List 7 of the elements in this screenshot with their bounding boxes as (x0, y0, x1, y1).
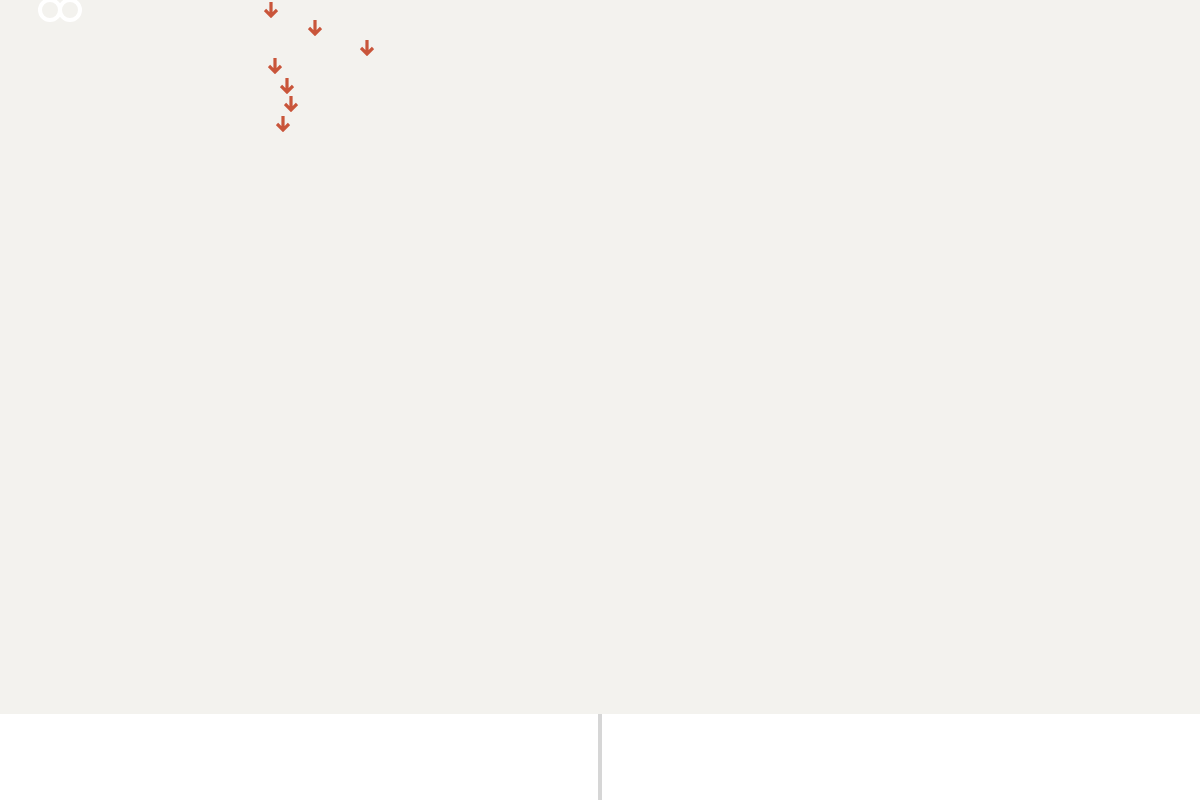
down-arrow-icon[interactable] (268, 58, 282, 75)
down-arrow-icon[interactable] (264, 1, 278, 18)
down-arrow-icon[interactable] (284, 96, 298, 113)
down-arrow-icon[interactable] (360, 39, 374, 56)
down-arrow-icon[interactable] (280, 77, 294, 94)
down-arrow-icon[interactable] (276, 115, 290, 132)
down-arrow-icon[interactable] (308, 20, 322, 37)
